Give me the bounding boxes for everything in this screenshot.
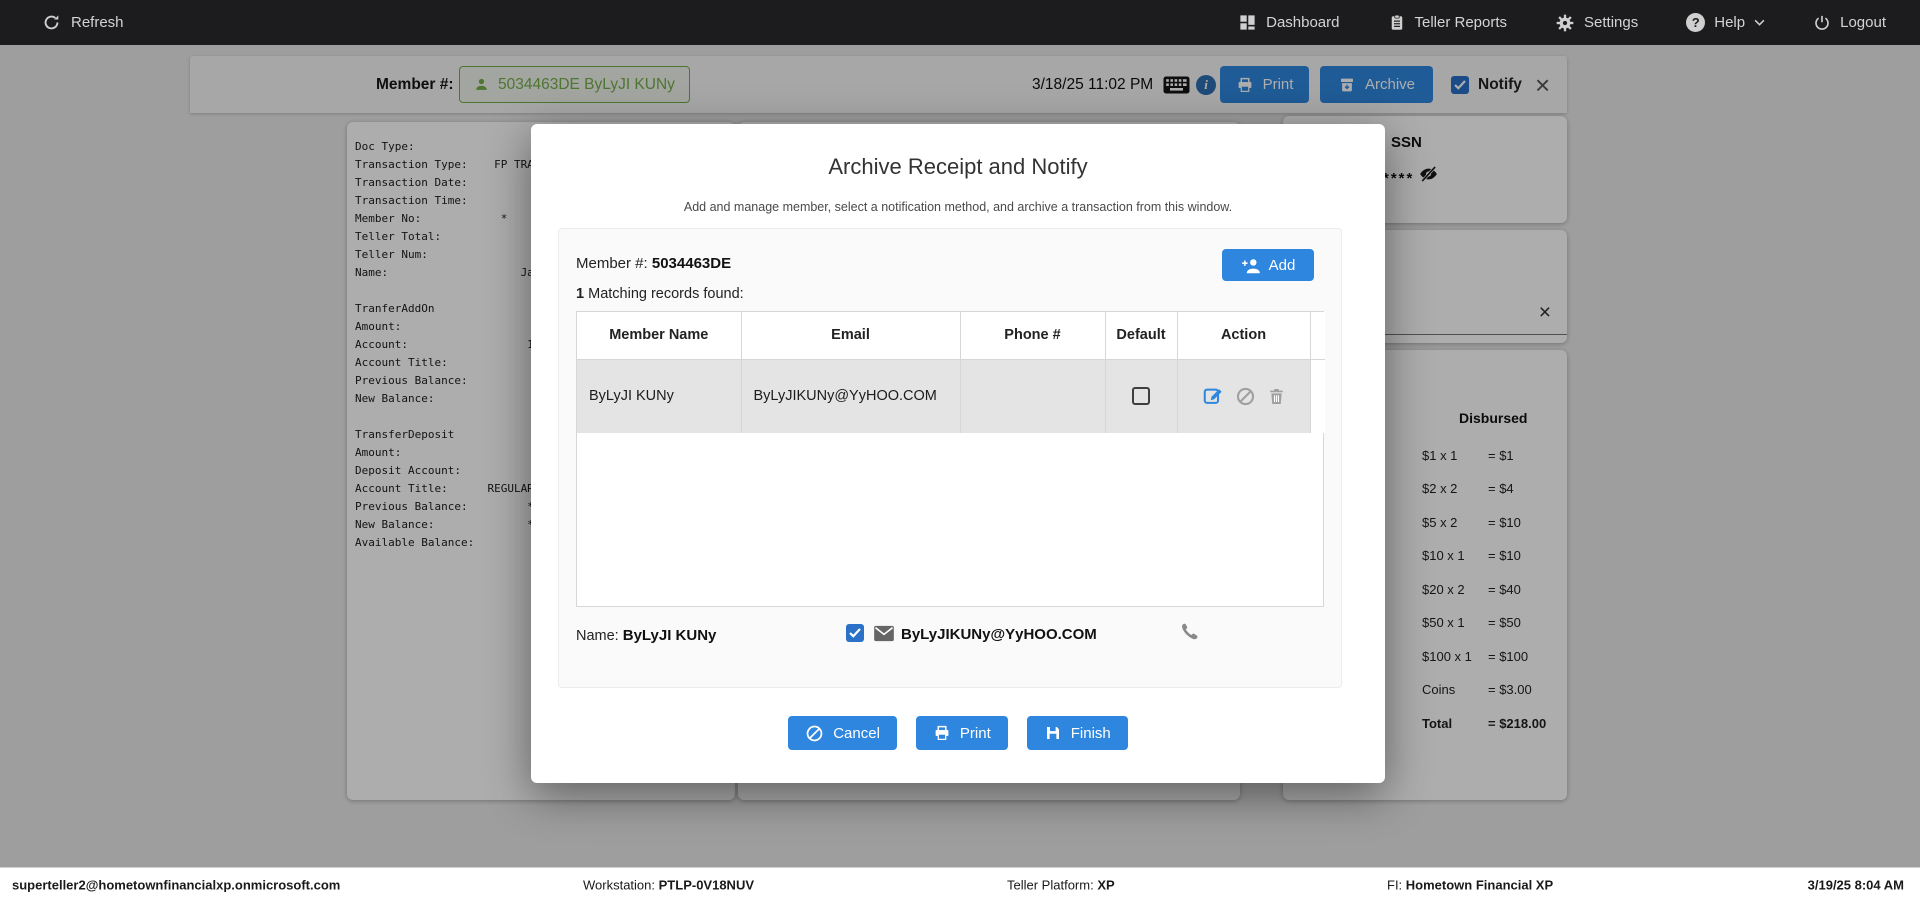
- gear-icon: [1555, 13, 1575, 33]
- navbar-right: Dashboard Teller Reports Settings ? Help…: [1238, 13, 1920, 33]
- modal-inner-panel: Member #: 5034463DE Add 1 Matching recor…: [558, 228, 1342, 688]
- row-member-name: ByLyJI KUNy: [577, 359, 742, 433]
- fi-label: FI:: [1387, 877, 1403, 892]
- archive-notify-modal: Archive Receipt and Notify Add and manag…: [531, 124, 1385, 783]
- platform-info: Teller Platform: XP: [1007, 877, 1115, 892]
- col-action: Action: [1177, 312, 1311, 360]
- modal-title: Archive Receipt and Notify: [828, 154, 1088, 179]
- fi-info: FI: Hometown Financial XP: [1387, 877, 1553, 892]
- trash-icon[interactable]: [1267, 386, 1286, 407]
- chevron-down-icon: [1754, 19, 1765, 26]
- nav-teller-reports[interactable]: Teller Reports: [1388, 13, 1508, 33]
- records-count-line: 1 Matching records found:: [576, 286, 744, 302]
- col-filler: [1310, 312, 1325, 360]
- modal-member-label: Member #:: [576, 255, 648, 272]
- nav-help[interactable]: ? Help: [1686, 13, 1765, 32]
- ban-icon[interactable]: [1235, 386, 1256, 407]
- modal-member-number: 5034463DE: [651, 255, 732, 272]
- row-default-cell: [1105, 359, 1178, 433]
- table-header-row: Member Name Email Phone # Default Action: [577, 312, 1325, 360]
- power-icon: [1813, 14, 1831, 32]
- row-filler: [1310, 359, 1325, 433]
- table-row[interactable]: ByLyJI KUNy ByLyJIKUNy@YyHOO.COM: [577, 359, 1325, 433]
- records-label: Matching records found:: [588, 286, 744, 302]
- modal-buttons: Cancel Print Finish: [531, 716, 1385, 750]
- email-notify-checkbox[interactable]: [846, 624, 864, 642]
- col-member-name: Member Name: [577, 312, 742, 360]
- phone-icon[interactable]: [1179, 621, 1200, 642]
- nav-settings[interactable]: Settings: [1555, 13, 1638, 33]
- records-count: 1: [576, 286, 585, 302]
- modal-member-line: Member #: 5034463DE: [576, 255, 731, 272]
- add-member-button[interactable]: Add: [1222, 249, 1314, 281]
- nav-dashboard[interactable]: Dashboard: [1238, 13, 1340, 32]
- save-icon: [1044, 724, 1062, 742]
- row-email: ByLyJIKUNy@YyHOO.COM: [741, 359, 961, 433]
- person-plus-icon: [1241, 257, 1261, 274]
- edit-icon[interactable]: [1202, 385, 1224, 407]
- fi-value: Hometown Financial XP: [1405, 877, 1554, 892]
- refresh-button[interactable]: Refresh: [42, 13, 124, 32]
- dashboard-icon: [1238, 13, 1257, 32]
- selected-name-line: Name: ByLyJI KUNy: [576, 627, 716, 644]
- col-phone: Phone #: [960, 312, 1106, 360]
- cancel-button[interactable]: Cancel: [788, 716, 897, 750]
- notify-email-value: ByLyJIKUNy@YyHOO.COM: [901, 626, 1097, 643]
- col-email: Email: [741, 312, 961, 360]
- nav-teller-reports-label: Teller Reports: [1414, 14, 1508, 31]
- printer-icon: [933, 724, 951, 742]
- status-datetime: 3/19/25 8:04 AM: [1807, 877, 1904, 892]
- clipboard-icon: [1388, 13, 1406, 33]
- name-value: ByLyJI KUNy: [622, 627, 717, 644]
- default-checkbox[interactable]: [1132, 387, 1150, 406]
- finish-button[interactable]: Finish: [1026, 716, 1128, 750]
- nav-logout-label: Logout: [1840, 14, 1886, 31]
- row-action-cell: [1177, 359, 1311, 433]
- add-member-label: Add: [1268, 256, 1296, 274]
- modal-print-button[interactable]: Print: [915, 716, 1008, 750]
- logged-in-user: superteller2@hometownfinancialxp.onmicro…: [12, 877, 341, 892]
- platform-label: Teller Platform:: [1007, 877, 1094, 892]
- cancel-ban-icon: [805, 724, 824, 743]
- records-table: Member Name Email Phone # Default Action…: [576, 311, 1325, 607]
- cancel-label: Cancel: [833, 724, 880, 742]
- teller-app-screen: Refresh Dashboard Teller Reports Setting…: [0, 0, 1920, 901]
- refresh-label: Refresh: [71, 14, 124, 31]
- nav-help-label: Help: [1714, 14, 1746, 31]
- nav-settings-label: Settings: [1584, 14, 1639, 31]
- workstation-label: Workstation:: [583, 877, 656, 892]
- status-bar: superteller2@hometownfinancialxp.onmicro…: [0, 867, 1920, 901]
- row-phone: [960, 359, 1106, 433]
- finish-label: Finish: [1070, 724, 1111, 742]
- help-icon: ?: [1686, 13, 1706, 32]
- modal-print-label: Print: [959, 724, 991, 742]
- nav-dashboard-label: Dashboard: [1266, 14, 1340, 31]
- col-default: Default: [1105, 312, 1178, 360]
- modal-subtitle: Add and manage member, select a notifica…: [683, 200, 1233, 214]
- workstation-value: PTLP-0V18NUV: [658, 877, 755, 892]
- name-label: Name:: [576, 628, 619, 644]
- top-navbar: Refresh Dashboard Teller Reports Setting…: [0, 0, 1920, 45]
- platform-value: XP: [1097, 877, 1115, 892]
- workstation-info: Workstation: PTLP-0V18NUV: [583, 877, 754, 892]
- envelope-icon: [873, 625, 895, 642]
- nav-logout[interactable]: Logout: [1813, 14, 1886, 32]
- refresh-icon: [42, 13, 61, 32]
